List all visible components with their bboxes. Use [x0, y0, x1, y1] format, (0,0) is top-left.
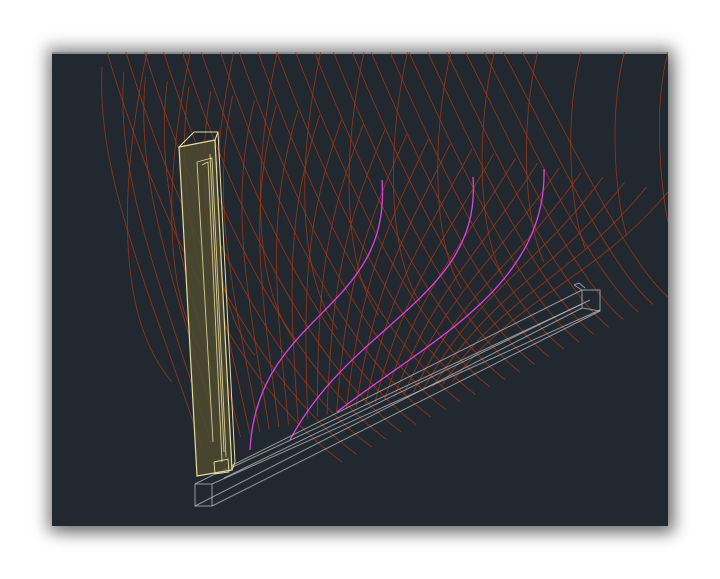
- mesh-line: [314, 52, 506, 380]
- beam-edge: [223, 299, 591, 479]
- horizontal-beam[interactable]: [194, 282, 601, 507]
- highlighted-curves: [249, 168, 545, 451]
- beam-edge: [211, 309, 601, 485]
- mesh-line: [481, 52, 504, 276]
- mesh-line: [219, 52, 432, 418]
- mesh-line: [393, 162, 538, 398]
- mesh-line: [465, 52, 624, 320]
- mesh-line: [427, 52, 595, 335]
- cad-viewport[interactable]: [52, 52, 668, 526]
- mesh-line: [144, 52, 372, 448]
- beam-end-face: [581, 289, 601, 312]
- mesh-line: [422, 177, 604, 390]
- mesh-line: [658, 52, 668, 223]
- mesh-line: [200, 52, 417, 425]
- mesh-line: [403, 167, 560, 395]
- mesh-line: [432, 182, 625, 388]
- mesh-line: [437, 52, 462, 289]
- beam-end-face: [194, 483, 213, 507]
- mesh-line: [413, 172, 582, 393]
- model-drawing-canvas[interactable]: [52, 52, 668, 526]
- mesh-line: [502, 52, 654, 305]
- mesh-line: [389, 52, 565, 350]
- mesh-line: [614, 52, 628, 236]
- mesh-line: [305, 119, 342, 420]
- beam-edge: [194, 307, 583, 507]
- mesh-line: [570, 52, 586, 249]
- mesh-line: [336, 134, 408, 413]
- vertical-beam[interactable]: [178, 131, 236, 477]
- mesh-line: [304, 52, 338, 329]
- mesh-line: [483, 52, 639, 313]
- beam-edge: [573, 284, 583, 291]
- beam-edge: [221, 303, 583, 473]
- mesh-line: [222, 95, 261, 433]
